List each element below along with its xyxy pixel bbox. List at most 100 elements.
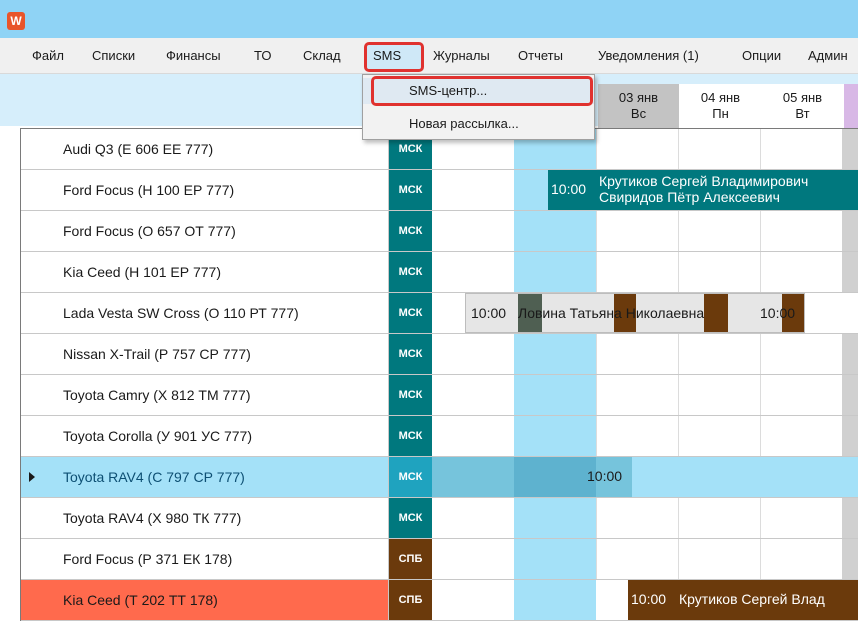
- car-name: Kia Ceed (Т 202 ТТ 178): [21, 580, 389, 620]
- car-name: Toyota RAV4 (Х 980 ТК 777): [21, 498, 389, 538]
- weekend-cell: [842, 129, 858, 169]
- menu-file[interactable]: Файл: [32, 48, 64, 64]
- today-cell[interactable]: [514, 334, 596, 374]
- city-badge: СПБ: [389, 580, 432, 620]
- city-badge: МСК: [389, 457, 432, 497]
- today-cell[interactable]: [514, 375, 596, 415]
- cell-divider: [760, 416, 761, 456]
- day-header-monday[interactable]: 04 янв Пн: [680, 84, 762, 128]
- menu-reports[interactable]: Отчеты: [518, 48, 563, 64]
- table-row[interactable]: Ford Focus (О 657 ОТ 777) МСК: [21, 211, 858, 252]
- table-row[interactable]: Toyota RAV4 (Х 980 ТК 777) МСК: [21, 498, 858, 539]
- cell-divider: [596, 252, 597, 292]
- table-row[interactable]: Kia Ceed (Н 101 ЕР 777) МСК: [21, 252, 858, 293]
- cell-divider: [678, 211, 679, 251]
- car-name: Toyota Corolla (У 901 УС 777): [21, 416, 389, 456]
- cell-divider: [760, 252, 761, 292]
- menu-bar: Файл Списки Финансы ТО Склад SMS Журналы…: [0, 38, 858, 74]
- app-icon[interactable]: W: [7, 12, 25, 30]
- menu-sms[interactable]: SMS: [373, 48, 401, 64]
- today-cell[interactable]: [514, 252, 596, 292]
- weekend-cell: [842, 334, 858, 374]
- booking-event[interactable]: 10:00 Крутиков Сергей Влад: [628, 580, 858, 620]
- menu-new-broadcast[interactable]: Новая рассылка...: [363, 111, 594, 137]
- car-name: Toyota Camry (Х 812 ТМ 777): [21, 375, 389, 415]
- table-row[interactable]: Lada Vesta SW Cross (О 110 РТ 777) МСК 1…: [21, 293, 858, 334]
- event-client: Ловина Татьяна Николаевна: [518, 305, 705, 321]
- city-badge: СПБ: [389, 539, 432, 579]
- table-row-alert[interactable]: Kia Ceed (Т 202 ТТ 178) СПБ 10:00 Крутик…: [21, 580, 858, 621]
- table-row[interactable]: Nissan X-Trail (Р 757 СР 777) МСК: [21, 334, 858, 375]
- day-weekday: Вт: [795, 106, 810, 121]
- day-header-tuesday[interactable]: 05 янв Вт: [762, 84, 844, 128]
- weekend-cell: [842, 498, 858, 538]
- booking-event[interactable]: 10:00 Крутиков Сергей Владимирович Свири…: [548, 170, 858, 210]
- cell-divider: [678, 375, 679, 415]
- cell-divider: [596, 334, 597, 374]
- menu-admin[interactable]: Админ: [808, 48, 848, 64]
- cell-divider: [760, 334, 761, 374]
- table-row-selected[interactable]: Toyota RAV4 (С 797 СР 777) МСК 10:00: [21, 457, 858, 498]
- cell-divider: [678, 498, 679, 538]
- booking-event[interactable]: 10:00 Ловина Татьяна Николаевна 10:00: [465, 293, 805, 333]
- weekend-cell: [842, 252, 858, 292]
- day-weekday: Пн: [712, 106, 729, 121]
- cell-divider: [596, 129, 597, 169]
- car-name: Ford Focus (О 657 ОТ 777): [21, 211, 389, 251]
- cell-divider: [596, 539, 597, 579]
- event-time: 10:00: [760, 305, 796, 321]
- sms-dropdown-menu: SMS-центр... Новая рассылка...: [362, 74, 595, 140]
- car-name: Audi Q3 (Е 606 ЕЕ 777): [21, 129, 389, 169]
- weekend-cell: [842, 211, 858, 251]
- weekend-cell: [842, 375, 858, 415]
- menu-journals[interactable]: Журналы: [433, 48, 490, 64]
- table-row[interactable]: Ford Focus (Н 100 ЕР 777) МСК 10:00 Крут…: [21, 170, 858, 211]
- menu-sms-center[interactable]: SMS-центр...: [363, 78, 594, 104]
- table-row[interactable]: Ford Focus (Р 371 ЕК 178) СПБ: [21, 539, 858, 580]
- day-date: 03 янв: [618, 90, 659, 105]
- today-cell[interactable]: [514, 539, 596, 579]
- menu-lists[interactable]: Списки: [92, 48, 135, 64]
- car-name: Ford Focus (Н 100 ЕР 777): [21, 170, 389, 210]
- cell-divider: [596, 498, 597, 538]
- event-time: 10:00: [631, 591, 667, 607]
- city-badge: МСК: [389, 498, 432, 538]
- day-header-next-edge: [844, 84, 858, 128]
- cell-divider: [760, 539, 761, 579]
- table-row[interactable]: Toyota Camry (Х 812 ТМ 777) МСК: [21, 375, 858, 416]
- cell-divider: [678, 334, 679, 374]
- city-badge: МСК: [389, 375, 432, 415]
- event-segment: [704, 294, 728, 332]
- menu-options[interactable]: Опции: [742, 48, 781, 64]
- today-cell[interactable]: [514, 580, 596, 620]
- car-name: Ford Focus (Р 371 ЕК 178): [21, 539, 389, 579]
- event-time: 10:00: [551, 181, 587, 197]
- city-badge: МСК: [389, 211, 432, 251]
- car-name: Lada Vesta SW Cross (О 110 РТ 777): [21, 293, 389, 333]
- cell-divider: [760, 498, 761, 538]
- day-date: 05 янв: [782, 90, 823, 105]
- event-time: 10:00: [587, 468, 623, 484]
- menu-warehouse[interactable]: Склад: [303, 48, 341, 64]
- today-cell[interactable]: [514, 498, 596, 538]
- cell-divider: [760, 375, 761, 415]
- menu-finance[interactable]: Финансы: [166, 48, 221, 64]
- today-cell[interactable]: [514, 416, 596, 456]
- event-client: Крутиков Сергей Владимирович: [599, 173, 809, 189]
- menu-notifications[interactable]: Уведомления (1): [598, 48, 699, 64]
- today-cell[interactable]: [514, 211, 596, 251]
- day-header-sunday[interactable]: 03 янв Вс: [598, 84, 680, 128]
- menu-to[interactable]: ТО: [254, 48, 271, 64]
- table-row[interactable]: Toyota Corolla (У 901 УС 777) МСК: [21, 416, 858, 457]
- car-name: Toyota RAV4 (С 797 СР 777): [21, 457, 389, 497]
- day-weekday: Вс: [630, 106, 647, 121]
- car-name: Nissan X-Trail (Р 757 СР 777): [21, 334, 389, 374]
- booking-event-today: [514, 457, 596, 497]
- car-name: Kia Ceed (Н 101 ЕР 777): [21, 252, 389, 292]
- cell-divider: [596, 211, 597, 251]
- day-date: 04 янв: [700, 90, 741, 105]
- cell-divider: [678, 252, 679, 292]
- cell-divider: [678, 129, 679, 169]
- city-badge: МСК: [389, 416, 432, 456]
- cell-divider: [596, 416, 597, 456]
